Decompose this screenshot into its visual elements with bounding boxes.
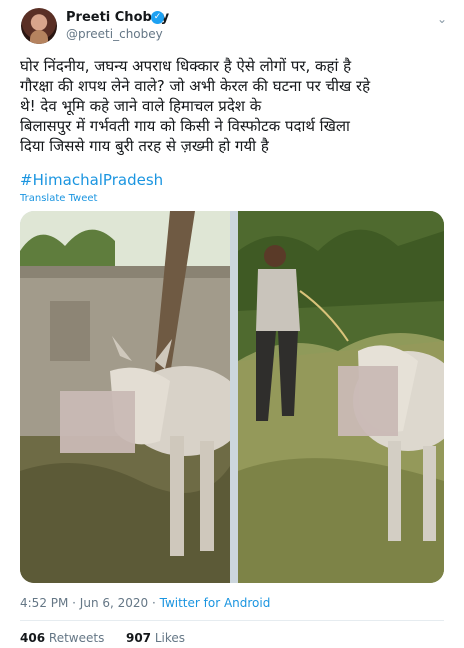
tweet-text-line: बिलासपुर में गर्भवती गाय को किसी ने विस्… xyxy=(20,117,350,135)
tweet-photo-2[interactable] xyxy=(238,211,444,583)
divider xyxy=(20,620,444,621)
likes-stat[interactable]: 907 Likes xyxy=(126,631,185,645)
likes-label: Likes xyxy=(154,631,186,645)
author-handle[interactable]: @preeti_chobey xyxy=(66,27,163,41)
retweets-count: 406 xyxy=(20,631,46,645)
media-grid xyxy=(20,211,444,583)
verified-badge-icon: ✓ xyxy=(151,11,164,24)
chevron-down-icon[interactable]: ⌄ xyxy=(433,10,451,28)
source-link[interactable]: Twitter for Android xyxy=(160,596,271,610)
timestamp-text[interactable]: 4:52 PM · Jun 6, 2020 · xyxy=(20,596,160,610)
engagement-stats: 406 Retweets 907 Likes xyxy=(20,631,185,645)
tweet-card: Preeti Chobey ✓ @preeti_chobey ⌄ घोर निं… xyxy=(0,0,464,648)
tweet-photo-1[interactable] xyxy=(20,211,230,583)
avatar[interactable] xyxy=(21,8,57,44)
hashtag-link[interactable]: #HimachalPradesh xyxy=(20,170,163,190)
tweet-timestamp[interactable]: 4:52 PM · Jun 6, 2020 · Twitter for Andr… xyxy=(20,596,270,610)
tweet-text-line: घोर निंदनीय, जघन्य अपराध धिक्कार है ऐसे … xyxy=(20,57,352,75)
likes-count: 907 xyxy=(125,631,152,645)
retweets-label: Retweets xyxy=(48,631,105,645)
tweet-text-line: दिया जिससे गाय बुरी तरह से ज़ख्मी हो गयी… xyxy=(20,137,269,155)
retweets-stat[interactable]: 406 Retweets xyxy=(20,631,104,645)
tweet-text-line: थे! देव भूमि कहे जाने वाले हिमाचल प्रदेश… xyxy=(20,97,262,115)
tweet-text-line: गौरक्षा की शपथ लेने वाले? जो अभी केरल की… xyxy=(20,77,371,95)
tweet-text: घोर निंदनीय, जघन्य अपराध धिक्कार है ऐसे … xyxy=(20,56,450,156)
translate-tweet-link[interactable]: Translate Tweet xyxy=(20,193,97,205)
